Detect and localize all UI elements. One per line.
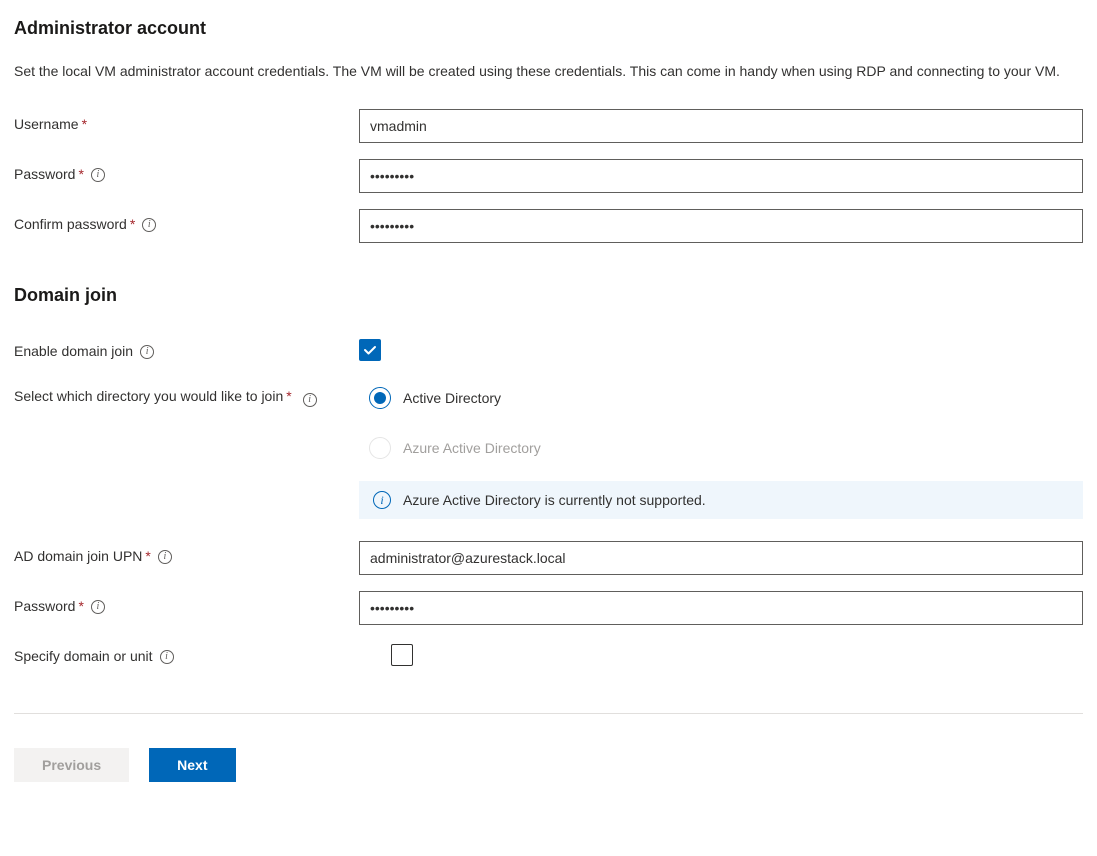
info-icon[interactable]: i [91, 600, 105, 614]
info-icon[interactable]: i [158, 550, 172, 564]
required-asterisk: * [78, 165, 83, 183]
ad-upn-input[interactable] [359, 541, 1083, 575]
radio-azure-active-directory: Azure Active Directory [369, 437, 1083, 459]
specify-domain-label: Specify domain or unit [14, 647, 153, 665]
password-label: Password [14, 165, 75, 183]
radio-label-ad: Active Directory [403, 390, 501, 406]
required-asterisk: * [130, 215, 135, 233]
radio-circle-icon [369, 437, 391, 459]
info-icon: i [373, 491, 391, 509]
info-message-text: Azure Active Directory is currently not … [403, 492, 706, 508]
directory-select-label: Select which directory you would like to… [14, 388, 283, 404]
password-input[interactable] [359, 159, 1083, 193]
domain-join-heading: Domain join [14, 285, 1083, 306]
previous-button[interactable]: Previous [14, 748, 129, 782]
ad-upn-label: AD domain join UPN [14, 547, 142, 565]
info-message-bar: i Azure Active Directory is currently no… [359, 481, 1083, 519]
username-label: Username [14, 115, 79, 133]
admin-account-description: Set the local VM administrator account c… [14, 61, 1064, 81]
enable-domain-join-label: Enable domain join [14, 342, 133, 360]
specify-domain-checkbox[interactable] [391, 644, 413, 666]
info-icon[interactable]: i [91, 168, 105, 182]
confirm-password-label: Confirm password [14, 215, 127, 233]
required-asterisk: * [145, 547, 150, 565]
info-icon[interactable]: i [160, 650, 174, 664]
ad-password-label: Password [14, 597, 75, 615]
info-icon[interactable]: i [142, 218, 156, 232]
required-asterisk: * [82, 115, 87, 133]
ad-password-input[interactable] [359, 591, 1083, 625]
info-icon[interactable]: i [140, 345, 154, 359]
enable-domain-join-checkbox[interactable] [359, 339, 381, 361]
confirm-password-input[interactable] [359, 209, 1083, 243]
radio-circle-icon [369, 387, 391, 409]
next-button[interactable]: Next [149, 748, 235, 782]
footer-separator [14, 713, 1083, 714]
radio-active-directory[interactable]: Active Directory [369, 387, 1083, 409]
username-input[interactable] [359, 109, 1083, 143]
radio-label-aad: Azure Active Directory [403, 440, 541, 456]
admin-account-heading: Administrator account [14, 18, 1083, 39]
required-asterisk: * [286, 388, 291, 404]
info-icon[interactable]: i [303, 393, 317, 407]
required-asterisk: * [78, 597, 83, 615]
